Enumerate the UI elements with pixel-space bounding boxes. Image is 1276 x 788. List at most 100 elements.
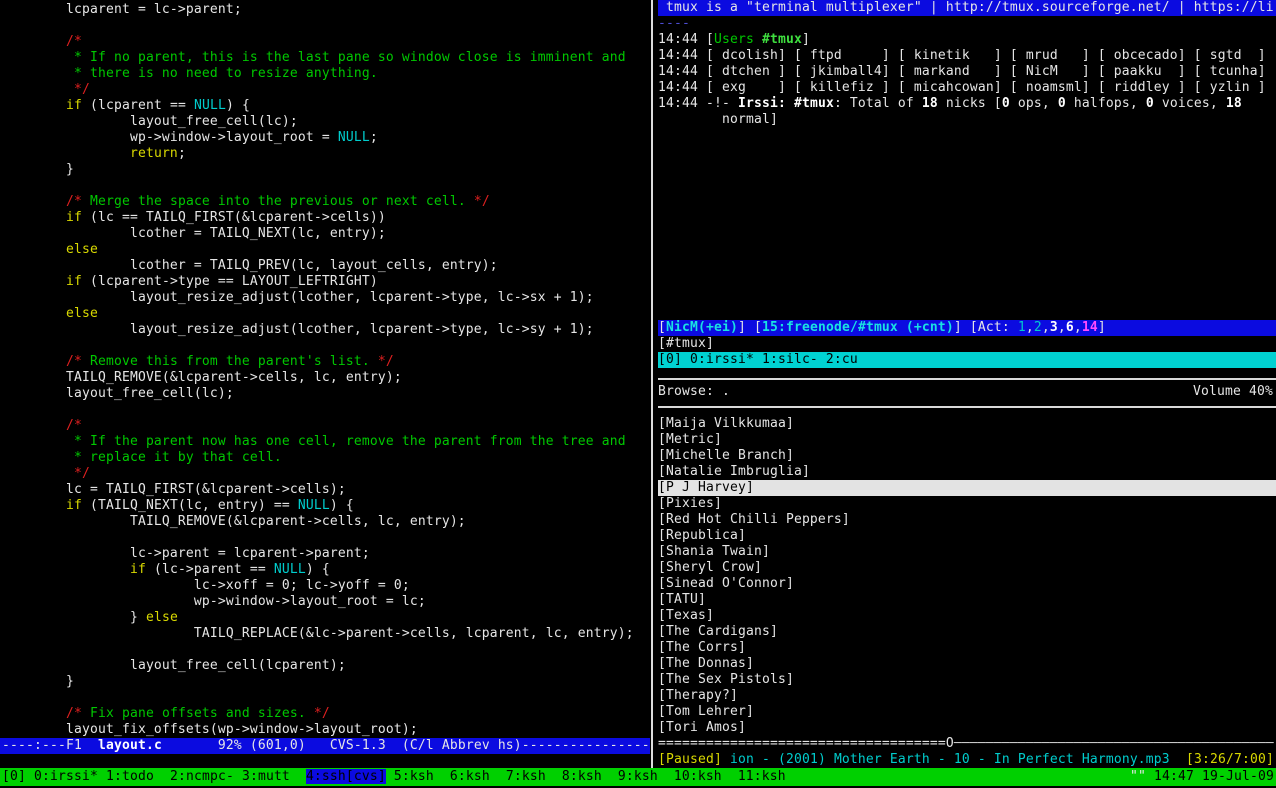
text-line: } (2, 674, 650, 690)
date-spacer (1194, 769, 1202, 784)
list-item[interactable]: [The Donnas] (658, 656, 1276, 672)
text-line: lc->xoff = 0; lc->yoff = 0; (2, 578, 650, 594)
text-line (2, 690, 650, 706)
text-line: /* (2, 418, 650, 434)
list-item[interactable]: [TATU] (658, 592, 1276, 608)
text-line: else (2, 306, 650, 322)
text-line: * If no parent, this is the last pane so… (2, 50, 650, 66)
window-tab[interactable]: 1:todo (106, 769, 154, 784)
window-gap (490, 769, 506, 784)
list-item[interactable]: [Red Hot Chilli Peppers] (658, 512, 1276, 528)
window-gap (602, 769, 618, 784)
editor-modeline: ----:---F1 layout.c 92% (601,0) CVS-1.3 … (0, 738, 650, 754)
list-item[interactable]: [Tom Lehrer] (658, 704, 1276, 720)
list-item[interactable]: [The Cardigans] (658, 624, 1276, 640)
pane-border[interactable] (651, 0, 653, 768)
text-line: * there is no need to resize anything. (2, 66, 650, 82)
player-title-bar: Browse: . Volume 40% (658, 384, 1276, 400)
window-tab[interactable]: 2:ncmpc- (170, 769, 234, 784)
text-line: /* Fix pane offsets and sizes. */ (2, 706, 650, 722)
separator-line (658, 378, 1276, 380)
text-line: TAILQ_REMOVE(&lcparent->cells, lc, entry… (2, 370, 650, 386)
list-item[interactable]: [Republica] (658, 528, 1276, 544)
text-line: layout_resize_adjust(lcother, lcparent->… (2, 322, 650, 338)
now-playing-label: [Paused] ion - (2001) Mother Earth - 10 … (658, 752, 1170, 768)
window-tab[interactable]: 10:ksh (674, 769, 722, 784)
window-tab[interactable]: 6:ksh (450, 769, 490, 784)
text-line: lcother = TAILQ_PREV(lc, layout_cells, e… (2, 258, 650, 274)
player-status-line: [Paused] ion - (2001) Mother Earth - 10 … (658, 752, 1276, 768)
list-item[interactable]: [Texas] (658, 608, 1276, 624)
text-line: layout_free_cell(lc); (2, 386, 650, 402)
irc-message-area: ----14:44 [Users #tmux]14:44 [ dcolish] … (658, 16, 1276, 128)
text-line: else (2, 242, 650, 258)
tmux-status-bar: [0] 0:irssi* 1:todo 2:ncmpc- 3:mutt 4:ss… (0, 768, 1276, 786)
window-tab[interactable]: 0:irssi* (34, 769, 98, 784)
track-time-label: [3:26/7:00] (1186, 752, 1274, 768)
text-line: if (lc == TAILQ_FIRST(&lcparent->cells)) (2, 210, 650, 226)
window-gap (234, 769, 242, 784)
window-list: [0] 0:irssi* 1:todo 2:ncmpc- 3:mutt 4:ss… (2, 768, 786, 786)
clock-label: 14:47 (1154, 769, 1194, 784)
text-line (2, 178, 650, 194)
window-tab[interactable]: 11:ksh (738, 769, 786, 784)
text-line: /* Merge the space into the previous or … (2, 194, 650, 210)
list-item[interactable]: [Shania Twain] (658, 544, 1276, 560)
list-item[interactable]: [Metric] (658, 432, 1276, 448)
text-line: 14:44 [Users #tmux] (658, 32, 1276, 48)
text-line: lcother = TAILQ_NEXT(lc, entry); (2, 226, 650, 242)
window-tab[interactable]: 5:ksh (394, 769, 434, 784)
text-line: normal] (658, 112, 1276, 128)
text-line (2, 642, 650, 658)
text-line: * replace it by that cell. (2, 450, 650, 466)
list-item[interactable]: [Sinead O'Connor] (658, 576, 1276, 592)
window-tab[interactable]: 4:ssh[cvs] (306, 769, 386, 784)
window-gap (290, 769, 306, 784)
editor-pane[interactable]: lcparent = lc->parent; /* * If no parent… (0, 0, 650, 768)
text-line: /* Remove this from the parent's list. *… (2, 354, 650, 370)
window-tab[interactable]: 7:ksh (506, 769, 546, 784)
irc-input-line[interactable]: [#tmux] (658, 336, 1276, 352)
status-right: "" 14:47 19-Jul-09 (1130, 768, 1274, 786)
volume-label: Volume 40% (1193, 384, 1273, 400)
window-tab[interactable]: 8:ksh (562, 769, 602, 784)
text-line: wp->window->layout_root = NULL; (2, 130, 650, 146)
list-item[interactable]: [Pixies] (658, 496, 1276, 512)
irc-topic-bar: tmux is a "terminal multiplexer" | http:… (658, 0, 1276, 16)
code-area[interactable]: lcparent = lc->parent; /* * If no parent… (2, 2, 650, 738)
text-line: if (lc->parent == NULL) { (2, 562, 650, 578)
list-item[interactable]: [Sheryl Crow] (658, 560, 1276, 576)
separator-line (658, 406, 1276, 408)
list-item[interactable]: [P J Harvey] (658, 480, 1276, 496)
text-line: TAILQ_REMOVE(&lcparent->cells, lc, entry… (2, 514, 650, 530)
clock-label (1146, 769, 1154, 784)
text-line: TAILQ_REPLACE(&lc->parent->cells, lcpare… (2, 626, 650, 642)
window-gap (154, 769, 170, 784)
window-gap (722, 769, 738, 784)
window-gap (546, 769, 562, 784)
text-line (2, 18, 650, 34)
list-item[interactable]: [The Sex Pistols] (658, 672, 1276, 688)
inner-tmux-status-bar[interactable]: [0] 0:irssi* 1:silc- 2:cu (658, 352, 1276, 368)
session-label: [0] (2, 769, 34, 784)
window-tab[interactable]: 9:ksh (618, 769, 658, 784)
text-line: wp->window->layout_root = lc; (2, 594, 650, 610)
text-line: if (TAILQ_NEXT(lc, entry) == NULL) { (2, 498, 650, 514)
text-line: lcparent = lc->parent; (2, 2, 650, 18)
list-item[interactable]: [Maija Vilkkumaa] (658, 416, 1276, 432)
date-label: 19-Jul-09 (1202, 769, 1274, 784)
list-item[interactable]: [Michelle Branch] (658, 448, 1276, 464)
list-item[interactable]: [Tori Amos] (658, 720, 1276, 736)
list-item[interactable]: [Natalie Imbruglia] (658, 464, 1276, 480)
text-line: 14:44 [ dtchen ] [ jkimball4] [ markand … (658, 64, 1276, 80)
window-tab[interactable]: 3:mutt (242, 769, 290, 784)
irc-status-bar: [NicM(+ei)] [15:freenode/#tmux (+cnt)] [… (658, 320, 1276, 336)
list-item[interactable]: [The Corrs] (658, 640, 1276, 656)
text-line: 14:44 [ dcolish] [ ftpd ] [ kinetik ] [ … (658, 48, 1276, 64)
text-line: } (2, 162, 650, 178)
browse-path-label: Browse: . (658, 384, 730, 400)
list-item[interactable]: [Therapy?] (658, 688, 1276, 704)
player-progress-bar: ====================================O───… (658, 736, 1276, 752)
text-line: * If the parent now has one cell, remove… (2, 434, 650, 450)
right-pane[interactable]: tmux is a "terminal multiplexer" | http:… (658, 0, 1276, 768)
